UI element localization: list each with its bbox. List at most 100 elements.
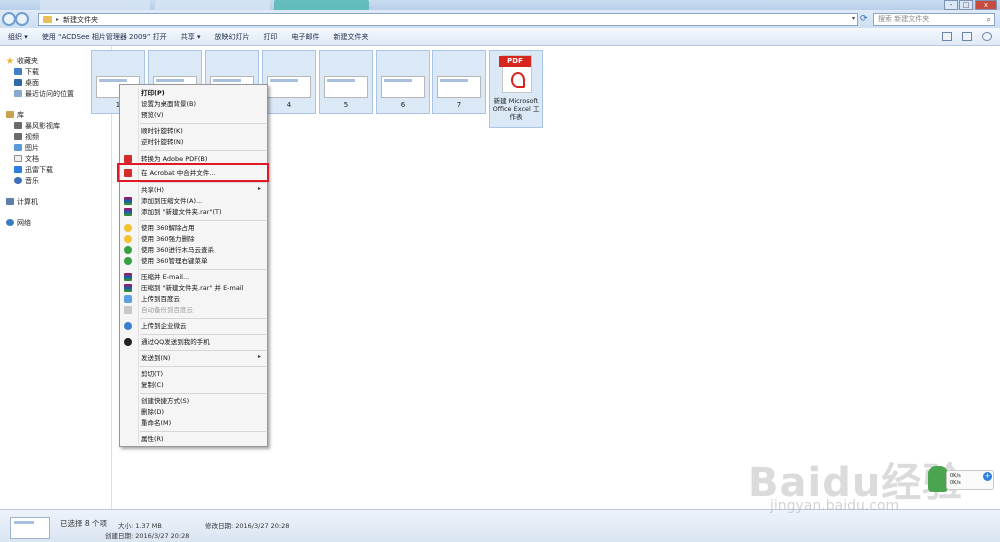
slideshow-button[interactable]: 放映幻灯片 bbox=[214, 32, 249, 42]
submenu-arrow-icon: ▸ bbox=[257, 185, 261, 192]
menu-item-copy[interactable]: 复制(C) bbox=[141, 380, 164, 390]
plus-icon[interactable]: + bbox=[983, 472, 992, 481]
network-icon bbox=[6, 219, 14, 226]
file-label: 6 bbox=[400, 101, 406, 109]
image-preview bbox=[437, 76, 481, 98]
network-speed-widget[interactable]: 0K/s 0K/s + bbox=[928, 466, 996, 494]
menu-item-send-via-qq[interactable]: 通过QQ发送到我的手机 bbox=[141, 337, 210, 347]
organize-button[interactable]: 组织 ▾ bbox=[8, 32, 28, 42]
menu-separator bbox=[140, 431, 266, 432]
file-thumbnail[interactable]: 6 bbox=[376, 50, 430, 114]
menu-separator bbox=[140, 150, 266, 151]
winrar-icon bbox=[124, 208, 132, 216]
nav-item-videos[interactable]: 视频 bbox=[0, 131, 111, 142]
search-icon[interactable]: ⌕ bbox=[987, 14, 991, 25]
share-button[interactable]: 共享 ▾ bbox=[181, 32, 201, 42]
view-options-icon[interactable] bbox=[942, 32, 952, 41]
image-preview bbox=[381, 76, 425, 98]
menu-item-rename[interactable]: 重命名(M) bbox=[141, 418, 171, 428]
menu-separator bbox=[140, 393, 266, 394]
menu-item-add-to-archive[interactable]: 添加到压缩文件(A)... bbox=[141, 196, 202, 206]
menu-item-auto-backup-baidu-cloud: 自动备份到百度云 bbox=[141, 306, 193, 314]
maximize-button[interactable]: □ bbox=[959, 0, 973, 10]
360-unlock-icon bbox=[124, 224, 132, 232]
adobe-pdf-icon bbox=[124, 155, 132, 163]
video-library-icon bbox=[14, 122, 22, 129]
nav-item-pictures[interactable]: 图片 bbox=[0, 142, 111, 153]
menu-item-delete[interactable]: 删除(D) bbox=[141, 407, 164, 417]
menu-item-360-force-delete[interactable]: 使用 360强力删除 bbox=[141, 234, 194, 244]
documents-icon bbox=[14, 155, 22, 162]
file-label: 5 bbox=[343, 101, 349, 109]
menu-separator bbox=[140, 220, 266, 221]
close-button[interactable]: x bbox=[975, 0, 997, 10]
address-row: ▸ 新建文件夹 ▾ ⟳ 搜索 新建文件夹 ⌕ bbox=[0, 10, 1000, 28]
file-thumbnail[interactable]: 5 bbox=[319, 50, 373, 114]
menu-item-create-shortcut[interactable]: 创建快捷方式(S) bbox=[141, 396, 189, 406]
nav-item-documents[interactable]: 文档 bbox=[0, 153, 111, 164]
folder-icon bbox=[43, 16, 52, 23]
taskbar-tab-active[interactable] bbox=[274, 0, 369, 10]
command-toolbar: 组织 ▾ 使用 “ACDSee 相片管理器 2009” 打开 共享 ▾ 放映幻灯… bbox=[0, 28, 1000, 46]
selection-count: 已选择 8 个项 bbox=[60, 519, 108, 528]
menu-separator bbox=[140, 318, 266, 319]
selection-thumbnail bbox=[10, 517, 50, 539]
menu-item-compress-email[interactable]: 压缩并 E-mail... bbox=[141, 272, 189, 282]
pdf-page-icon: PDF bbox=[499, 55, 532, 93]
menu-item-upload-baidu-cloud[interactable]: 上传到百度云 bbox=[141, 294, 180, 304]
size-info: 大小: 1.37 MB bbox=[118, 522, 162, 530]
computer-icon bbox=[6, 198, 14, 205]
nav-item-baofeng-library[interactable]: 暴风影视库 bbox=[0, 120, 111, 131]
address-bar[interactable]: ▸ 新建文件夹 ▾ bbox=[38, 13, 858, 26]
file-thumbnail[interactable]: 7 bbox=[432, 50, 486, 114]
desktop-icon bbox=[14, 79, 22, 86]
menu-separator bbox=[140, 182, 266, 183]
print-button[interactable]: 打印 bbox=[263, 32, 277, 42]
taskbar-tab-1[interactable] bbox=[40, 0, 150, 10]
search-input[interactable]: 搜索 新建文件夹 ⌕ bbox=[873, 13, 995, 26]
breadcrumb-arrow-icon[interactable]: ▸ bbox=[56, 16, 59, 23]
menu-item-preview[interactable]: 预览(V) bbox=[141, 110, 164, 120]
address-dropdown-icon[interactable]: ▾ bbox=[852, 15, 855, 22]
menu-item-share[interactable]: 共享(H) bbox=[141, 185, 164, 195]
nav-item-thunder-downloads[interactable]: 迅雷下载 bbox=[0, 164, 111, 175]
menu-separator bbox=[140, 350, 266, 351]
image-preview bbox=[324, 76, 368, 98]
menu-item-set-desktop-background[interactable]: 设置为桌面背景(B) bbox=[141, 99, 196, 109]
menu-item-cut[interactable]: 剪切(T) bbox=[141, 369, 163, 379]
submenu-arrow-icon: ▸ bbox=[257, 353, 261, 360]
menu-item-properties[interactable]: 属性(R) bbox=[141, 434, 164, 444]
open-with-acdsee-button[interactable]: 使用 “ACDSee 相片管理器 2009” 打开 bbox=[42, 32, 167, 42]
360-force-delete-icon bbox=[124, 235, 132, 243]
nav-network[interactable]: 网络 bbox=[0, 217, 111, 228]
acrobat-logo-icon bbox=[511, 72, 525, 88]
pdf-file-thumbnail[interactable]: PDF 新建 Microsoft Office Excel 工作表 bbox=[489, 50, 543, 128]
refresh-icon[interactable]: ⟳ bbox=[860, 13, 870, 25]
menu-item-rotate-clockwise[interactable]: 顺时针旋转(K) bbox=[141, 126, 183, 136]
menu-item-send-to[interactable]: 发送到(N) bbox=[141, 353, 170, 363]
file-thumbnail[interactable]: 4 bbox=[262, 50, 316, 114]
help-icon[interactable] bbox=[982, 32, 992, 41]
taskbar-tab-2[interactable] bbox=[155, 0, 270, 10]
menu-item-upload-weiyun[interactable]: 上传到企业微云 bbox=[141, 321, 187, 331]
nav-computer[interactable]: 计算机 bbox=[0, 196, 111, 207]
menu-item-add-to-rar[interactable]: 添加到 "新建文件夹.rar"(T) bbox=[141, 207, 221, 217]
360-trojan-scan-icon bbox=[124, 246, 132, 254]
menu-item-360-unlock[interactable]: 使用 360解除占用 bbox=[141, 223, 194, 233]
new-folder-button[interactable]: 新建文件夹 bbox=[333, 32, 368, 42]
file-label: 7 bbox=[456, 101, 462, 109]
menu-item-print[interactable]: 打印(P) bbox=[141, 88, 165, 98]
minimize-button[interactable]: - bbox=[944, 0, 958, 10]
frog-mascot-icon bbox=[928, 466, 948, 492]
menu-item-360-manage-menu[interactable]: 使用 360管理右键菜单 bbox=[141, 256, 207, 266]
menu-item-360-trojan-scan[interactable]: 使用 360进行木马云查杀 bbox=[141, 245, 214, 255]
file-label: 4 bbox=[286, 101, 292, 109]
thunder-download-icon bbox=[14, 166, 22, 173]
preview-pane-icon[interactable] bbox=[962, 32, 972, 41]
breadcrumb-folder[interactable]: 新建文件夹 bbox=[63, 15, 98, 25]
nav-item-music[interactable]: 音乐 bbox=[0, 175, 111, 186]
menu-item-rotate-counterclockwise[interactable]: 逆时针旋转(N) bbox=[141, 137, 183, 147]
baidu-watermark-url: jingyan.baidu.com bbox=[770, 498, 900, 514]
menu-item-compress-rar-email[interactable]: 压缩到 "新建文件夹.rar" 并 E-mail bbox=[141, 283, 243, 293]
email-button[interactable]: 电子邮件 bbox=[291, 32, 319, 42]
